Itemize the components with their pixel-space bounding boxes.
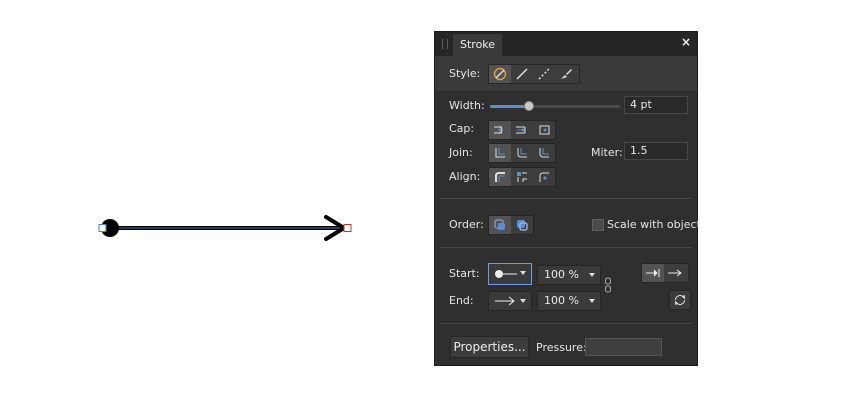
scale-with-object-label: Scale with object: [607, 218, 701, 231]
butt-cap-icon[interactable]: [489, 121, 511, 139]
start-scale-dropdown[interactable]: 100 %: [537, 265, 601, 285]
chevron-down-icon: [520, 299, 526, 303]
width-input[interactable]: 4 pt: [624, 96, 688, 114]
divider: [440, 198, 692, 199]
miter-label: Miter:: [591, 146, 623, 159]
order-button-group: [488, 215, 534, 235]
miter-join-icon[interactable]: [489, 144, 511, 162]
stroke-behind-fill-icon[interactable]: [489, 216, 511, 234]
pressure-label: Pressure:: [536, 341, 587, 354]
start-node-handle[interactable]: [98, 224, 107, 232]
align-outside-icon[interactable]: [533, 168, 555, 186]
stroke-front-fill-icon[interactable]: [511, 216, 533, 234]
align-inside-icon[interactable]: [511, 168, 533, 186]
properties-button[interactable]: Properties...: [450, 336, 529, 358]
round-join-icon[interactable]: [511, 144, 533, 162]
align-button-group: [488, 167, 556, 187]
end-node-handle[interactable]: [343, 224, 352, 232]
swap-button[interactable]: [669, 290, 691, 310]
end-arrowhead-dropdown[interactable]: [488, 291, 532, 311]
width-slider-knob[interactable]: [524, 101, 534, 111]
canvas-stroke-line[interactable]: [0, 0, 430, 400]
pressure-graph[interactable]: [585, 338, 662, 356]
cap-button-group: [488, 120, 556, 140]
style-row: Style:: [435, 56, 697, 91]
miter-input[interactable]: 1.5: [624, 142, 688, 160]
arrowhead-beyond-icon[interactable]: [642, 264, 664, 282]
chevron-down-icon: [520, 271, 526, 275]
divider: [440, 323, 692, 324]
width-label: Width:: [449, 99, 485, 112]
link-icon[interactable]: [604, 277, 612, 293]
width-slider[interactable]: [490, 101, 620, 111]
arrow-arrowhead-icon: [495, 296, 515, 306]
bevel-join-icon[interactable]: [533, 144, 555, 162]
drag-grip-icon[interactable]: [442, 39, 448, 49]
scale-with-object-checkbox[interactable]: [592, 219, 604, 231]
join-button-group: [488, 143, 556, 163]
stroke-panel: Stroke × Style: Width: 4 pt Cap: Join: M…: [434, 31, 701, 366]
arrowhead-position-group: [641, 263, 689, 283]
style-label: Style:: [449, 67, 481, 80]
chevron-down-icon: [589, 299, 595, 303]
style-button-group: [488, 64, 580, 84]
no-stroke-icon[interactable]: [489, 65, 511, 83]
circle-arrowhead-icon: [495, 270, 517, 278]
join-label: Join:: [449, 146, 473, 159]
panel-tabbar: Stroke ×: [435, 32, 697, 56]
solid-line-icon[interactable]: [511, 65, 533, 83]
end-scale-value: 100 %: [544, 294, 579, 307]
close-icon[interactable]: ×: [681, 35, 691, 49]
chevron-down-icon: [589, 273, 595, 277]
arrowhead-at-end-icon[interactable]: [664, 264, 686, 282]
brush-stroke-icon[interactable]: [555, 65, 577, 83]
dashed-line-icon[interactable]: [533, 65, 555, 83]
order-label: Order:: [449, 218, 484, 231]
start-scale-value: 100 %: [544, 268, 579, 281]
round-cap-icon[interactable]: [511, 121, 533, 139]
tab-stroke[interactable]: Stroke: [453, 34, 503, 56]
align-center-icon[interactable]: [489, 168, 511, 186]
end-label: End:: [449, 294, 474, 307]
swap-icon: [674, 294, 686, 306]
start-label: Start:: [449, 267, 480, 280]
align-label: Align:: [449, 170, 481, 183]
start-arrowhead-dropdown[interactable]: [488, 263, 532, 285]
divider: [440, 247, 692, 248]
cap-label: Cap:: [449, 122, 475, 135]
square-cap-icon[interactable]: [533, 121, 555, 139]
end-scale-dropdown[interactable]: 100 %: [537, 291, 601, 311]
